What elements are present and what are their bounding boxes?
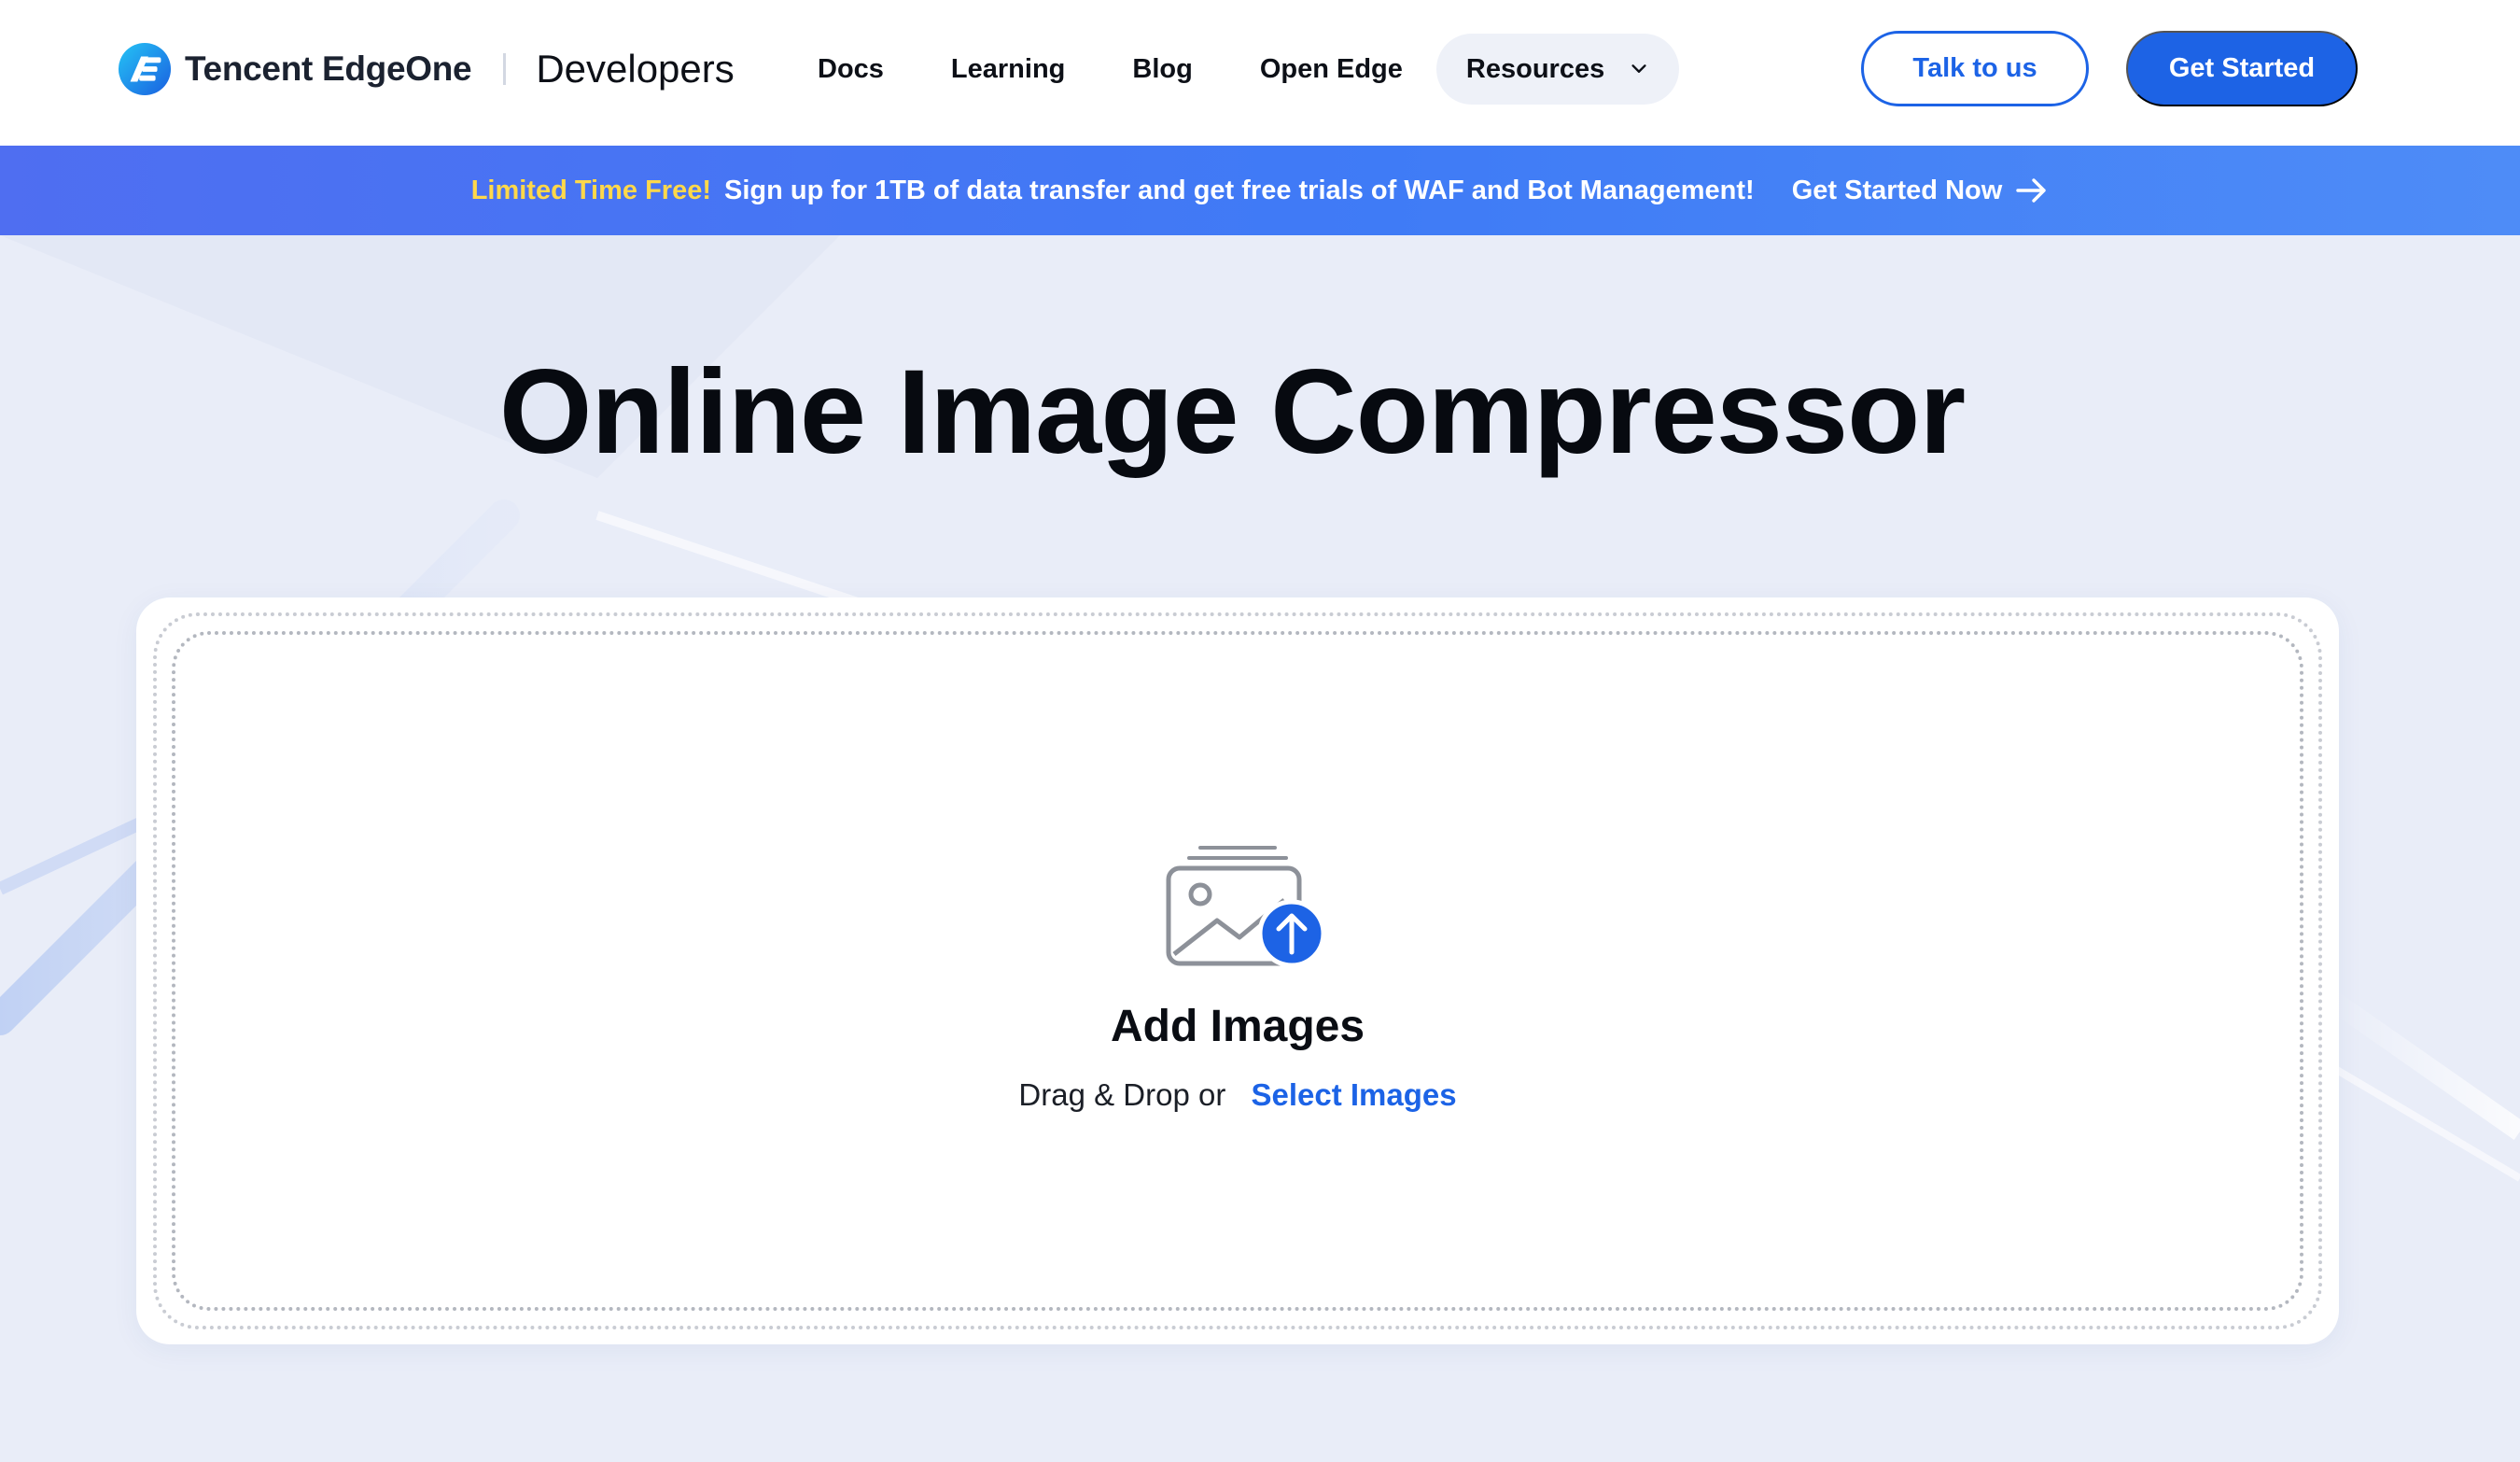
arrow-right-icon [2016, 178, 2046, 203]
page-title: Online Image Compressor [498, 345, 1966, 479]
banner-highlight: Limited Time Free! [470, 175, 711, 205]
nav-item-resources[interactable]: Resources [1435, 34, 1680, 105]
select-images-link[interactable]: Select Images [1251, 1077, 1456, 1112]
banner-text: Sign up for 1TB of data transfer and get… [724, 175, 1755, 205]
nav-item-learning[interactable]: Learning [917, 34, 1099, 105]
nav-item-docs[interactable]: Docs [784, 34, 917, 105]
promo-banner: Limited Time Free! Sign up for 1TB of da… [0, 146, 2520, 235]
talk-to-us-button[interactable]: Talk to us [1861, 31, 2089, 106]
brand-divider [503, 53, 507, 85]
edgeone-logo-icon [118, 42, 172, 96]
resources-label: Resources [1465, 53, 1605, 84]
nav-item-open-edge[interactable]: Open Edge [1226, 34, 1436, 105]
brand-subtitle: Developers [536, 47, 735, 91]
drag-drop-label: Drag & Drop or [1018, 1077, 1226, 1112]
upload-card: Add Images Drag & Drop or Select Images [136, 597, 2339, 1344]
banner-get-started-link[interactable]: Get Started Now [1792, 176, 2050, 206]
chevron-down-icon [1631, 64, 1646, 73]
upload-dropzone[interactable] [172, 631, 2303, 1311]
add-images-title: Add Images [1110, 1002, 1365, 1051]
top-header: Tencent EdgeOne Developers Docs Learning… [0, 0, 2520, 146]
brand-name: Tencent EdgeOne [185, 49, 472, 88]
image-upload-icon [1166, 846, 1326, 968]
banner-link-label: Get Started Now [1791, 175, 2003, 205]
nav-item-blog[interactable]: Blog [1099, 34, 1225, 105]
main-nav: Docs Learning Blog Open Edge Resources [784, 34, 1680, 105]
upload-instructions: Drag & Drop or Select Images [136, 1077, 2339, 1113]
brand[interactable]: Tencent EdgeOne Developers [118, 41, 735, 97]
get-started-button[interactable]: Get Started [2126, 31, 2358, 106]
